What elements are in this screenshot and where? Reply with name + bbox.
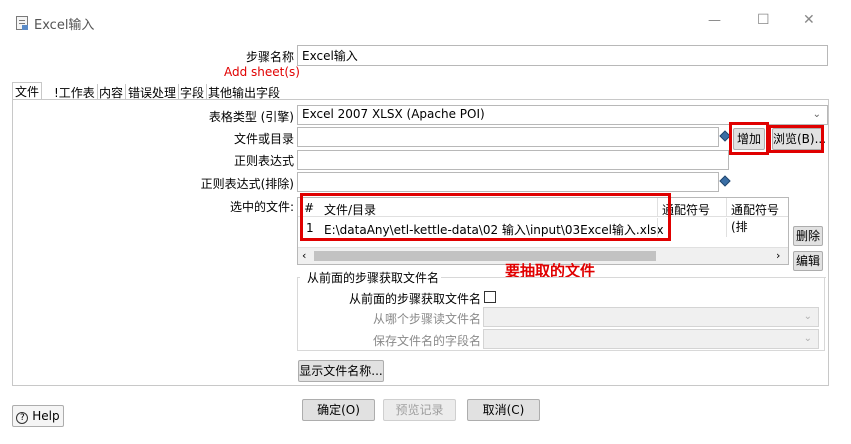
step-name-label: 步骤名称 xyxy=(245,50,294,64)
scroll-right-icon[interactable]: › xyxy=(776,249,780,262)
edit-button[interactable]: 编辑 xyxy=(793,251,823,271)
read-from-label: 从哪个步骤读文件名 xyxy=(372,312,481,326)
chevron-down-icon: ⌄ xyxy=(803,333,812,344)
minimize-button[interactable]: — xyxy=(708,13,721,28)
prev-step-checkbox-label: 从前面的步骤获取文件名 xyxy=(348,292,481,306)
field-name-label: 保存文件名的字段名 xyxy=(372,334,481,348)
step-name-input[interactable]: Excel输入 xyxy=(297,45,828,66)
help-button[interactable]: ? Help xyxy=(12,405,64,427)
tab-worksheet[interactable]: !工作表 xyxy=(52,84,98,100)
prev-step-checkbox[interactable] xyxy=(484,291,496,303)
tab-fields[interactable]: 字段 xyxy=(178,84,208,100)
chevron-down-icon: ⌄ xyxy=(812,109,821,120)
tab-error-handling[interactable]: 错误处理 xyxy=(126,84,180,100)
regex-input[interactable] xyxy=(297,150,729,170)
highlight-browse xyxy=(768,125,824,153)
maximize-button[interactable]: ☐ xyxy=(757,12,770,28)
cancel-button[interactable]: 取消(C) xyxy=(467,399,540,421)
file-or-dir-input[interactable] xyxy=(297,127,719,147)
field-name-select: ⌄ xyxy=(483,329,819,349)
window-title: Excel输入 xyxy=(34,18,95,33)
regex-exclude-label: 正则表达式(排除) xyxy=(200,177,294,191)
title-bar: Excel输入 — ☐ ✕ xyxy=(0,0,851,44)
highlight-add xyxy=(729,122,769,155)
close-button[interactable]: ✕ xyxy=(803,12,815,28)
sheet-type-label: 表格类型 (引擎) xyxy=(208,110,294,124)
app-icon xyxy=(16,16,28,30)
preview-button: 预览记录 xyxy=(383,399,456,421)
prev-step-group-title: 从前面的步骤获取文件名 xyxy=(305,269,442,286)
tab-file[interactable]: 文件 xyxy=(12,82,43,100)
read-from-select: ⌄ xyxy=(483,307,819,327)
tab-other-output-fields[interactable]: 其他输出字段 xyxy=(206,84,282,100)
add-sheet-link[interactable]: Add sheet(s) xyxy=(224,65,300,79)
highlight-file-row xyxy=(300,193,671,241)
regex-exclude-input[interactable] xyxy=(297,172,719,192)
tab-content[interactable]: 内容 xyxy=(97,84,127,100)
show-filenames-button[interactable]: 显示文件名称... xyxy=(298,360,384,382)
ok-button[interactable]: 确定(O) xyxy=(302,399,375,421)
regex-label: 正则表达式 xyxy=(233,154,294,168)
selected-files-label: 选中的文件: xyxy=(229,200,294,214)
question-circle-icon: ? xyxy=(16,412,29,424)
delete-button[interactable]: 删除 xyxy=(793,226,823,246)
file-or-dir-label: 文件或目录 xyxy=(233,132,294,146)
chevron-down-icon: ⌄ xyxy=(803,311,812,322)
scroll-thumb[interactable] xyxy=(314,251,656,261)
scroll-left-icon[interactable]: ‹ xyxy=(302,249,306,262)
